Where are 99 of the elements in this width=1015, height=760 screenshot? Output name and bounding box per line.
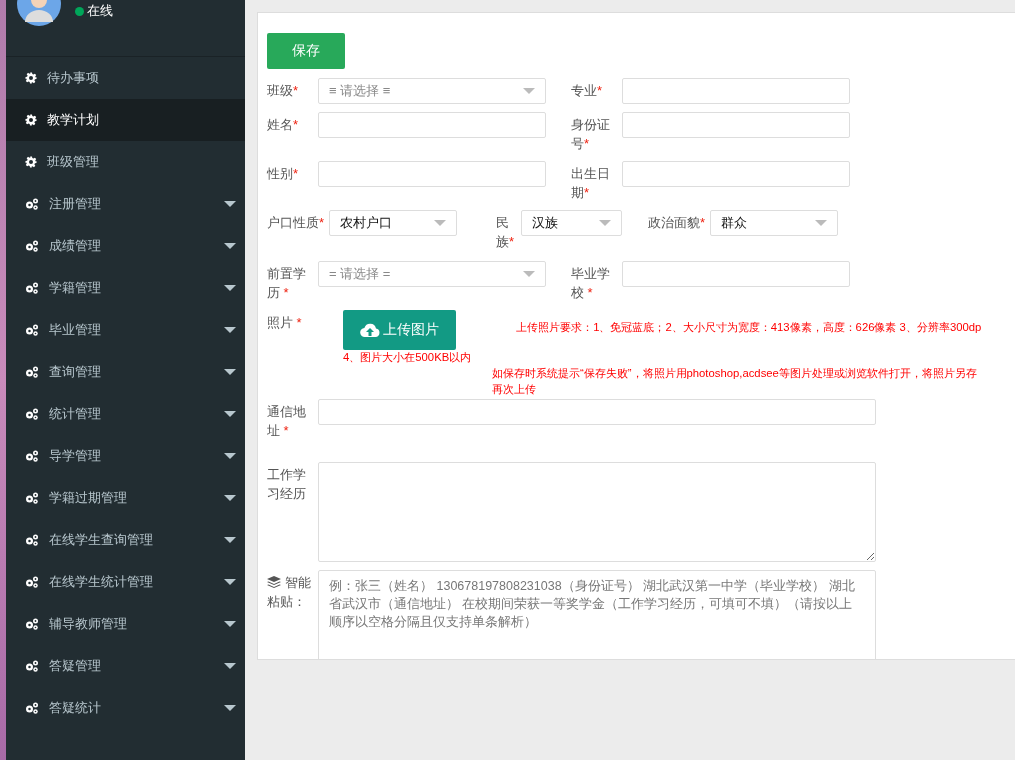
menu-item[interactable]: 辅导教师管理 bbox=[6, 603, 245, 645]
input-field[interactable] bbox=[622, 261, 850, 287]
field-label: 毕业学校 * bbox=[571, 265, 611, 302]
field-label: 班级* bbox=[267, 82, 300, 100]
size-note: 4、图片大小在500KB以内 bbox=[343, 350, 472, 365]
caret-icon bbox=[224, 327, 236, 333]
caret-icon bbox=[224, 705, 236, 711]
menu-item[interactable]: 在线学生统计管理 bbox=[6, 561, 245, 603]
caret-icon bbox=[224, 369, 236, 375]
menu-label: 在线学生查询管理 bbox=[49, 531, 153, 549]
gears-icon bbox=[25, 408, 39, 420]
input-field[interactable] bbox=[318, 112, 546, 138]
caret-icon bbox=[224, 579, 236, 585]
menu-item[interactable]: 学籍过期管理 bbox=[6, 477, 245, 519]
select-field[interactable]: 汉族 bbox=[521, 210, 622, 236]
menu-item[interactable]: 答疑管理 bbox=[6, 645, 245, 687]
gears-icon bbox=[25, 324, 39, 336]
status-text: 在线 bbox=[87, 2, 113, 20]
select-field[interactable]: 农村户口 bbox=[329, 210, 457, 236]
notice-text: 再次上传 bbox=[492, 382, 537, 397]
menu-label: 注册管理 bbox=[49, 195, 101, 213]
history-field[interactable] bbox=[318, 462, 876, 562]
gears-icon bbox=[25, 534, 39, 546]
field-label: 照片 * bbox=[267, 314, 303, 332]
menu-item[interactable]: 学籍管理 bbox=[6, 267, 245, 309]
smart-paste-label: 智能粘贴： bbox=[267, 574, 312, 611]
menu-label: 导学管理 bbox=[49, 447, 101, 465]
menu-label: 统计管理 bbox=[49, 405, 101, 423]
menu-item[interactable]: 班级管理 bbox=[6, 141, 245, 183]
field-label: 出生日期* bbox=[571, 165, 611, 202]
caret-icon bbox=[224, 243, 236, 249]
gears-icon bbox=[25, 366, 39, 378]
caret-icon bbox=[224, 495, 236, 501]
menu-label: 查询管理 bbox=[49, 363, 101, 381]
field-label: 政治面貌* bbox=[648, 214, 707, 232]
field-label: 民族* bbox=[496, 214, 516, 251]
menu-item[interactable]: 注册管理 bbox=[6, 183, 245, 225]
menu-label: 班级管理 bbox=[47, 153, 99, 171]
notice-text: 如保存时系统提示“保存失败”，将照片用photoshop,acdsee等图片处理或浏览软件打开，将照片另存 bbox=[492, 366, 978, 381]
caret-icon bbox=[224, 453, 236, 459]
status-dot bbox=[75, 6, 84, 16]
gears-icon bbox=[25, 576, 39, 588]
menu-item[interactable]: 在线学生查询管理 bbox=[6, 519, 245, 561]
menu-label: 待办事项 bbox=[47, 69, 99, 87]
menu-label: 学籍管理 bbox=[49, 279, 101, 297]
caret-icon bbox=[224, 285, 236, 291]
field-label: 通信地址 * bbox=[267, 403, 307, 440]
select-field[interactable]: 群众 bbox=[710, 210, 838, 236]
menu-item[interactable]: 待办事项 bbox=[6, 57, 245, 99]
caret-icon bbox=[224, 411, 236, 417]
menu-item[interactable]: 导学管理 bbox=[6, 435, 245, 477]
smart-paste-field[interactable]: 例：张三（姓名） 130678197808231038（身份证号） 湖北武汉第一中学（毕业学校） 湖北省武汉市（通信地址） 在校期间荣获一等奖学金（工作学习经历，可填可不填）（请按以上顺序以空格分隔且仅支持单条解析） bbox=[318, 570, 876, 659]
gears-icon bbox=[25, 282, 39, 294]
gears-icon bbox=[25, 492, 39, 504]
menu-label: 答疑统计 bbox=[49, 699, 101, 717]
input-field[interactable] bbox=[622, 161, 850, 187]
gears-icon bbox=[25, 618, 39, 630]
photo-requirement: 上传照片要求：1、免冠蓝底；2、大小尺寸为宽度：413像素，高度：626像素 3、分辨率300dp bbox=[516, 320, 982, 335]
cloud-upload-icon bbox=[360, 322, 380, 338]
menu-label: 成绩管理 bbox=[49, 237, 101, 255]
menu-label: 学籍过期管理 bbox=[49, 489, 127, 507]
gears-icon bbox=[25, 702, 39, 714]
menu-label: 毕业管理 bbox=[49, 321, 101, 339]
field-label: 专业* bbox=[571, 82, 604, 100]
gear-icon bbox=[25, 72, 37, 84]
caret-icon bbox=[224, 621, 236, 627]
address-field[interactable] bbox=[318, 399, 876, 425]
gears-icon bbox=[25, 198, 39, 210]
gear-icon bbox=[25, 156, 37, 168]
menu-item[interactable]: 答疑统计 bbox=[6, 687, 245, 729]
caret-icon bbox=[224, 537, 236, 543]
input-field[interactable] bbox=[318, 161, 546, 187]
field-label: 身份证号* bbox=[571, 116, 611, 153]
menu-item[interactable]: 成绩管理 bbox=[6, 225, 245, 267]
menu-label: 在线学生统计管理 bbox=[49, 573, 153, 591]
menu-item[interactable]: 统计管理 bbox=[6, 393, 245, 435]
gears-icon bbox=[25, 240, 39, 252]
field-label: 姓名* bbox=[267, 116, 300, 134]
field-label: 前置学历 * bbox=[267, 265, 307, 302]
input-field[interactable] bbox=[622, 78, 850, 104]
field-label: 性别* bbox=[267, 165, 300, 183]
menu-label: 辅导教师管理 bbox=[49, 615, 127, 633]
field-label: 户口性质* bbox=[267, 214, 326, 232]
select-field[interactable]: = 请选择 = bbox=[318, 261, 546, 287]
menu-item[interactable]: 教学计划 bbox=[6, 99, 245, 141]
input-field[interactable] bbox=[622, 112, 850, 138]
menu-item[interactable]: 毕业管理 bbox=[6, 309, 245, 351]
caret-icon bbox=[224, 663, 236, 669]
gears-icon bbox=[25, 660, 39, 672]
layers-icon bbox=[267, 576, 281, 588]
select-field[interactable]: ≡ 请选择 ≡ bbox=[318, 78, 546, 104]
upload-button[interactable]: 上传图片 bbox=[343, 310, 456, 350]
menu-item[interactable]: 查询管理 bbox=[6, 351, 245, 393]
caret-icon bbox=[224, 201, 236, 207]
menu-label: 教学计划 bbox=[47, 111, 99, 129]
menu-label: 答疑管理 bbox=[49, 657, 101, 675]
gear-icon bbox=[25, 114, 37, 126]
gears-icon bbox=[25, 450, 39, 462]
field-label: 工作学习经历 bbox=[267, 466, 307, 503]
